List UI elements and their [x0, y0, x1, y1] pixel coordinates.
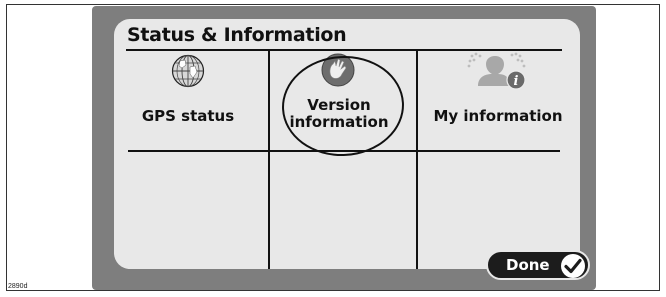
- gps-status-label: GPS status: [141, 107, 235, 125]
- svg-text:i: i: [514, 74, 519, 89]
- my-information-button[interactable]: i My information: [416, 52, 580, 149]
- empty-cell: [270, 153, 415, 269]
- globe-icon: [171, 54, 205, 93]
- page-title: Status & Information: [127, 24, 347, 46]
- empty-cell: [114, 153, 267, 269]
- checkmark-icon: [561, 254, 585, 278]
- done-label: Done: [506, 256, 550, 274]
- info-person-icon: i: [464, 50, 530, 95]
- done-button[interactable]: Done: [486, 250, 590, 280]
- gps-status-button[interactable]: GPS status: [114, 52, 262, 149]
- figure-code: 2890d: [8, 283, 28, 290]
- my-information-label: My information: [433, 107, 563, 125]
